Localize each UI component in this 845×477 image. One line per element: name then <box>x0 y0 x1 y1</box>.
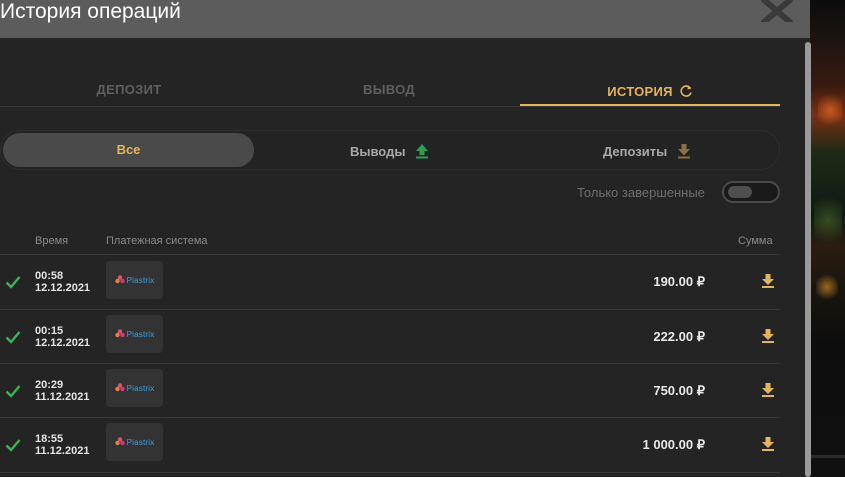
download-arrow-icon <box>762 437 774 451</box>
tab-history-label: ИСТОРИЯ <box>607 83 673 99</box>
row-time: 20:29 11.12.2021 <box>35 379 90 403</box>
background-game-art <box>810 0 845 477</box>
table-row[interactable]: 00:15 12.12.2021 Piastrix 222.00 ₽ <box>0 310 780 365</box>
flower-icon <box>114 383 125 392</box>
row-amount: 1 000.00 ₽ <box>642 437 706 452</box>
modal-header: История операций <box>0 0 810 38</box>
checkmark-icon <box>5 331 21 344</box>
flower-icon <box>114 275 125 284</box>
payment-system-logo: Piastrix <box>106 369 163 407</box>
row-divider <box>0 472 780 473</box>
completed-only-toggle[interactable] <box>722 181 780 203</box>
table-row[interactable]: 00:58 12.12.2021 Piastrix 190.00 ₽ <box>0 255 780 310</box>
upload-arrow-icon <box>416 144 429 159</box>
payment-system-logo: Piastrix <box>106 423 163 461</box>
tab-withdraw[interactable]: ВЫВОД <box>260 82 518 100</box>
row-amount: 222.00 ₽ <box>653 329 705 344</box>
row-time: 00:58 12.12.2021 <box>35 270 91 294</box>
checkmark-icon <box>5 439 21 452</box>
completed-only-label: Только завершенные <box>577 185 705 200</box>
row-time: 00:15 12.12.2021 <box>35 325 91 349</box>
refresh-icon <box>680 85 692 97</box>
checkmark-icon <box>5 385 21 398</box>
row-time: 18:55 11.12.2021 <box>35 433 90 457</box>
filter-withdrawals-label: Выводы <box>350 143 406 159</box>
download-arrow-icon <box>762 383 774 397</box>
close-icon[interactable] <box>760 0 794 25</box>
table-row[interactable]: 18:55 11.12.2021 Piastrix 1 000.00 ₽ <box>0 418 780 473</box>
tabs-divider <box>0 106 780 107</box>
active-tab-indicator <box>520 104 780 106</box>
payment-system-logo: Piastrix <box>106 315 163 353</box>
filter-deposits-label: Депозиты <box>603 143 668 159</box>
payment-system-logo: Piastrix <box>106 261 163 299</box>
filter-withdrawals-button[interactable]: Выводы <box>350 141 429 161</box>
column-header-time: Время <box>35 235 69 247</box>
scrollbar[interactable] <box>805 42 811 477</box>
checkmark-icon <box>5 276 21 289</box>
download-arrow-icon <box>762 274 774 288</box>
flower-icon <box>114 437 125 446</box>
tab-history[interactable]: ИСТОРИЯ <box>520 82 780 100</box>
filter-all-button[interactable]: Все <box>3 133 254 167</box>
table-row[interactable]: 20:29 11.12.2021 Piastrix 750.00 ₽ <box>0 364 780 419</box>
download-arrow-icon <box>678 144 691 159</box>
flower-icon <box>114 329 125 338</box>
toggle-knob <box>728 186 752 198</box>
row-amount: 190.00 ₽ <box>653 274 705 289</box>
filter-deposits-button[interactable]: Депозиты <box>603 141 691 161</box>
download-arrow-icon <box>762 329 774 343</box>
modal-title: История операций <box>0 0 181 23</box>
tab-deposit[interactable]: ДЕПОЗИТ <box>0 82 258 100</box>
column-header-payment-system: Платежная система <box>106 235 208 247</box>
column-header-amount: Сумма <box>738 235 773 247</box>
row-amount: 750.00 ₽ <box>653 383 705 398</box>
